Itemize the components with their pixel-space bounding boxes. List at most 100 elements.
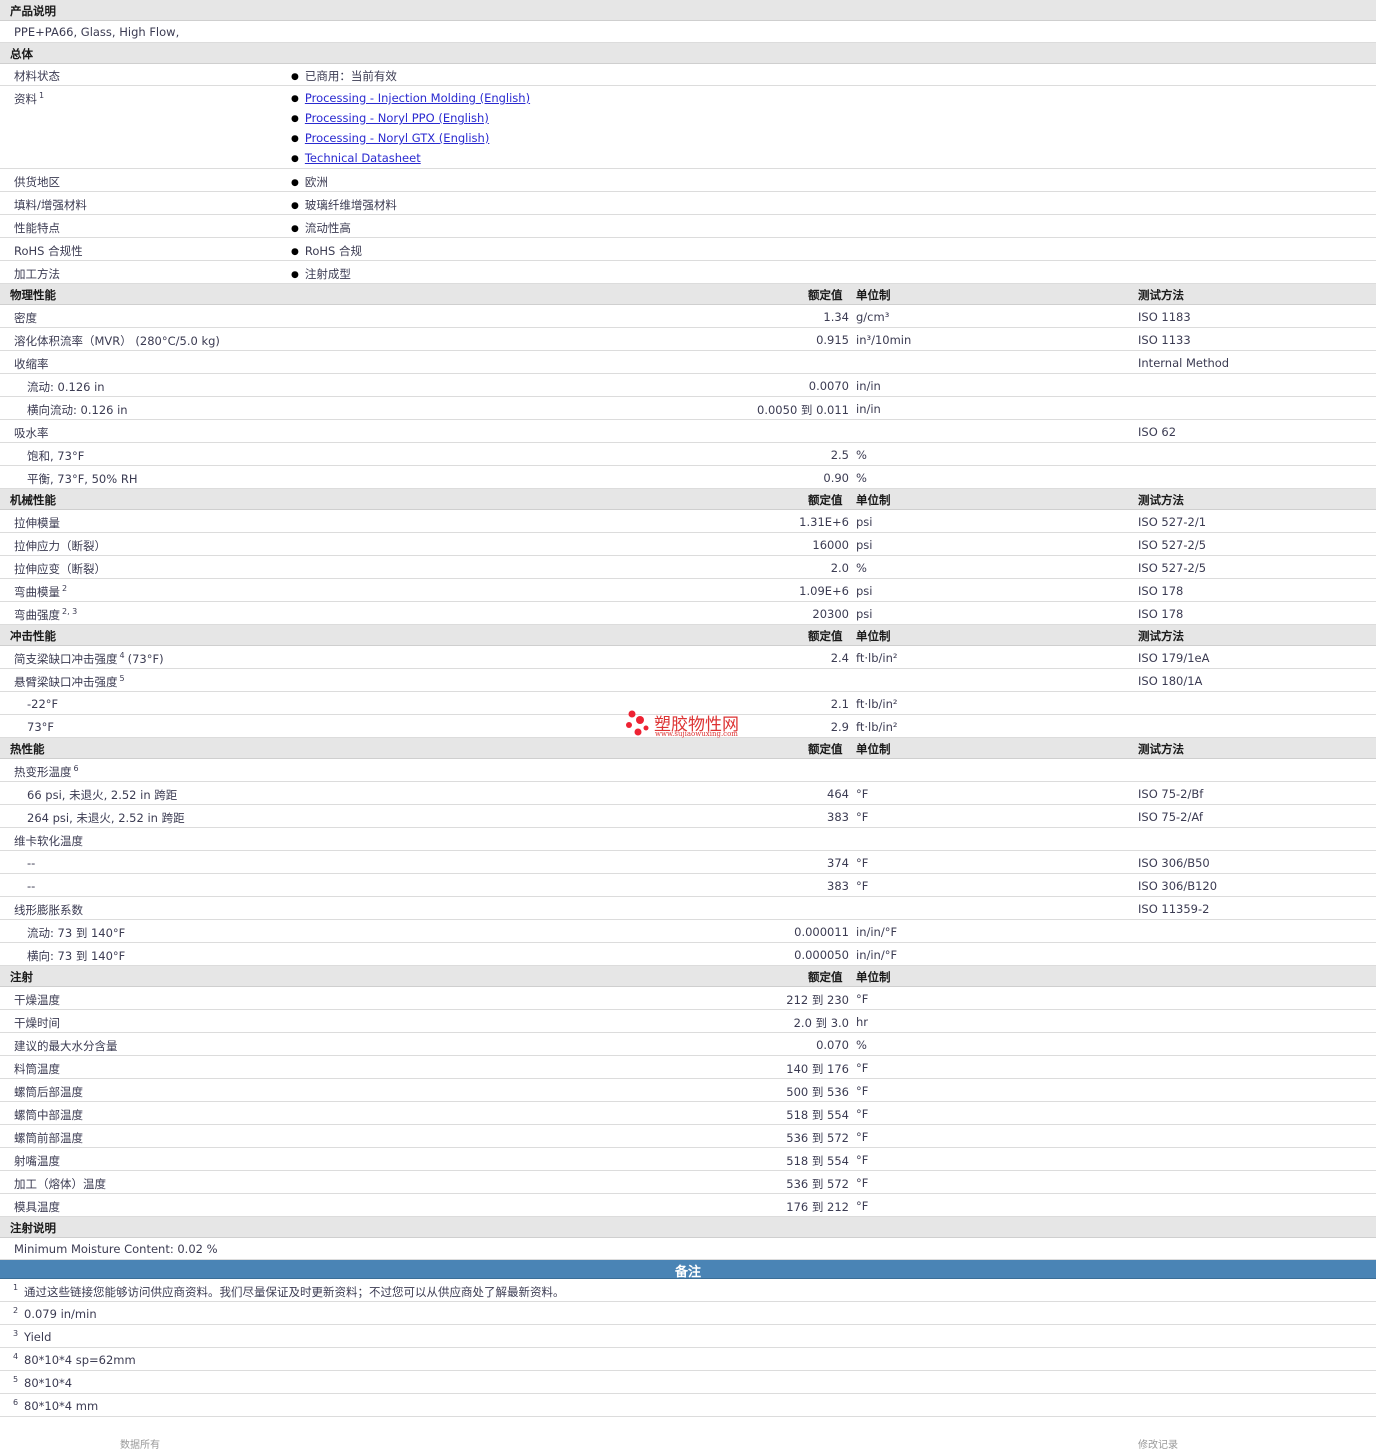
section-title: 热性能 — [10, 742, 45, 756]
general-label: 供货地区 — [14, 174, 60, 189]
unit: °F — [856, 1060, 869, 1075]
test-method: ISO 306/B50 — [1138, 855, 1210, 870]
property-row: 流动: 0.126 in 0.0070 in/in — [0, 374, 1376, 397]
injection-note-row: Minimum Moisture Content: 0.02 % — [0, 1238, 1376, 1260]
document-link[interactable]: Processing - Noryl GTX (English) — [305, 131, 489, 145]
property-name: 流动: 73 到 140°F — [27, 925, 126, 940]
unit: % — [856, 447, 867, 462]
property-label: 264 psi, 未退火, 2.52 in 跨距 — [27, 810, 185, 826]
test-method: Internal Method — [1138, 355, 1230, 370]
test-method: ISO 179/1eA — [1138, 650, 1210, 665]
nominal-value: 0.000050 — [794, 947, 849, 962]
document-link[interactable]: Technical Datasheet — [305, 151, 421, 165]
property-name: 流动: 0.126 in — [27, 379, 105, 394]
header-test-method: 测试方法 — [1138, 288, 1184, 302]
general-value-text: RoHS 合规 — [304, 243, 362, 258]
remark-item: 4 80*10*4 sp=62mm — [0, 1348, 1376, 1371]
test-method: ISO 306/B120 — [1138, 878, 1218, 893]
property-name: 射嘴温度 — [14, 1153, 60, 1168]
nominal-value: 176 到 212 — [786, 1199, 849, 1214]
property-name: 加工（熔体）温度 — [14, 1176, 106, 1191]
watermark-logo: 塑胶物性网 www.sujiaowuxing.com — [624, 708, 764, 744]
unit: psi — [856, 606, 873, 621]
nominal-value: 140 到 176 — [786, 1061, 849, 1076]
header-unit: 单位制 — [856, 629, 891, 643]
nominal-value: 518 到 554 — [786, 1107, 849, 1122]
remarks-header: 备注 — [0, 1260, 1376, 1280]
general-value: 欧洲 — [291, 174, 328, 190]
footnote-ref: 4 — [119, 650, 125, 660]
header-test-method: 测试方法 — [1138, 493, 1184, 507]
general-value: 流动性高 — [291, 220, 351, 236]
property-name: -- — [27, 855, 36, 870]
property-row: 射嘴温度 518 到 554 °F — [0, 1148, 1376, 1171]
nominal-value: 16000 — [812, 537, 849, 552]
property-row: 螺筒后部温度 500 到 536 °F — [0, 1079, 1376, 1102]
document-link-item: Technical Datasheet — [291, 151, 421, 165]
property-label: 加工（熔体）温度 — [14, 1176, 106, 1192]
header-unit: 单位制 — [856, 742, 891, 756]
section-header: 注射 额定值 单位制 — [0, 966, 1376, 987]
header-test-method: 测试方法 — [1138, 742, 1184, 756]
unit: °F — [856, 809, 869, 824]
unit: °F — [856, 1198, 869, 1213]
property-label: 流动: 0.126 in — [27, 379, 105, 395]
footnote-ref: 1 — [39, 91, 45, 100]
footnote-ref: 2 — [62, 583, 68, 593]
section-title: 产品说明 — [10, 4, 56, 18]
property-name: 螺筒前部温度 — [14, 1130, 83, 1145]
general-value-text: 玻璃纤维增强材料 — [304, 197, 397, 212]
property-label: 吸水率 — [14, 425, 49, 441]
document-link-item: Processing - Injection Molding (English) — [291, 91, 530, 105]
property-name: 264 psi, 未退火, 2.52 in 跨距 — [27, 810, 185, 825]
property-name: 横向流动: 0.126 in — [27, 402, 128, 417]
test-method: ISO 75-2/Bf — [1138, 786, 1204, 801]
nominal-value: 0.0070 — [808, 378, 849, 393]
nominal-value: 2.1 — [830, 696, 849, 711]
header-value: 额定值 — [808, 970, 843, 984]
property-row: 干燥温度 212 到 230 °F — [0, 987, 1376, 1010]
property-row: 悬臂梁缺口冲击强度 5 ISO 180/1A — [0, 669, 1376, 692]
remark-number: 1 — [13, 1283, 19, 1292]
property-label: 干燥时间 — [14, 1015, 60, 1031]
property-label: 拉伸模量 — [14, 515, 60, 531]
logo-dots-icon — [626, 710, 649, 736]
property-label: 热变形温度 6 — [14, 764, 79, 780]
header-value: 额定值 — [808, 288, 843, 302]
property-row: 吸水率 ISO 62 — [0, 420, 1376, 443]
unit: °F — [856, 1152, 869, 1167]
document-link[interactable]: Processing - Injection Molding (English) — [305, 91, 530, 105]
general-value-text: 注射成型 — [304, 266, 351, 281]
nominal-value: 2.0 到 3.0 — [793, 1015, 849, 1030]
property-label: -- — [27, 879, 35, 893]
property-row: 线形膨胀系数 ISO 11359-2 — [0, 897, 1376, 920]
remark-item: 6 80*10*4 mm — [0, 1394, 1376, 1417]
nominal-value: 0.070 — [816, 1037, 849, 1052]
property-name: 弯曲模量 — [14, 584, 60, 599]
remark-item: 3 Yield — [0, 1325, 1376, 1348]
property-label: 弯曲模量 2 — [14, 584, 67, 600]
property-name: 73°F — [27, 719, 54, 734]
property-row: 66 psi, 未退火, 2.52 in 跨距 464 °F ISO 75-2/Bf — [0, 782, 1376, 805]
document-link-item: Processing - Noryl PPO (English) — [291, 111, 489, 125]
unit: °F — [856, 1106, 869, 1121]
nominal-value: 2.9 — [830, 719, 849, 734]
test-method: ISO 62 — [1138, 424, 1177, 439]
property-row: 加工（熔体）温度 536 到 572 °F — [0, 1171, 1376, 1194]
property-label: -- — [27, 856, 35, 870]
property-row: 模具温度 176 到 212 °F — [0, 1194, 1376, 1217]
unit: in/in — [856, 378, 881, 393]
nominal-value: 374 — [827, 855, 849, 870]
remark-text: 0.079 in/min — [24, 1307, 97, 1321]
document-link[interactable]: Processing - Noryl PPO (English) — [305, 111, 489, 125]
property-label: 悬臂梁缺口冲击强度 5 — [14, 674, 125, 690]
property-name: 悬臂梁缺口冲击强度 — [14, 674, 118, 689]
unit: ft·lb/in² — [856, 696, 898, 711]
section-title: 注射 — [10, 970, 33, 984]
property-name: 建议的最大水分含量 — [14, 1038, 118, 1053]
property-label: 饱和, 73°F — [27, 448, 84, 464]
header-unit: 单位制 — [856, 493, 891, 507]
nominal-value: 212 到 230 — [786, 992, 849, 1007]
property-name: 拉伸应变（断裂） — [14, 561, 106, 576]
test-method: ISO 527-2/5 — [1138, 537, 1207, 552]
